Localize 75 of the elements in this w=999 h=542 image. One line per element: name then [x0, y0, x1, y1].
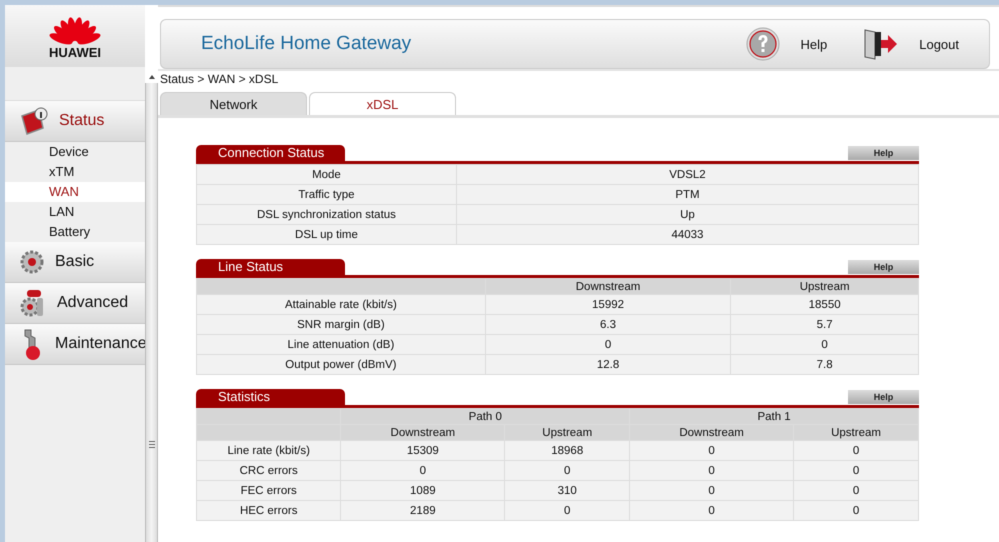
help-button[interactable]: Help — [848, 390, 919, 404]
table-cell: 7.8 — [730, 354, 918, 374]
menu-item[interactable]: Basic — [5, 242, 145, 283]
submenu-item[interactable]: Battery — [5, 222, 145, 242]
breadcrumb: Status > WAN > xDSL — [158, 69, 999, 87]
table-cell: 0 — [340, 460, 505, 480]
table-cell: Attainable rate (kbit/s) — [196, 294, 486, 314]
info-card-icon — [19, 106, 49, 136]
table-cell: 0 — [794, 480, 918, 500]
help-icon[interactable] — [746, 27, 780, 61]
table-cell: 15309 — [340, 440, 505, 460]
tab[interactable]: xDSL — [309, 92, 456, 115]
table-cell: Line attenuation (dB) — [196, 334, 486, 354]
table-cell: HEC errors — [196, 500, 341, 520]
menu-item[interactable]: Advanced — [5, 283, 145, 324]
table-cell: 0 — [630, 500, 794, 520]
app-title: EchoLife Home Gateway — [201, 33, 412, 55]
logout-link[interactable]: Logout — [919, 36, 959, 52]
grip-icon[interactable] — [148, 441, 154, 448]
column-header: Downstream — [630, 424, 794, 440]
tab[interactable]: Network — [160, 92, 307, 115]
submenu-item[interactable]: LAN — [5, 202, 145, 222]
table-cell: Mode — [196, 164, 456, 184]
submenu-item[interactable]: Device — [5, 142, 145, 162]
help-button[interactable]: Help — [848, 146, 919, 160]
table-cell: CRC errors — [196, 460, 341, 480]
table-cell: 15992 — [485, 294, 731, 314]
table-cell: 0 — [630, 460, 794, 480]
table-cell: 0 — [794, 500, 918, 520]
table-cell: 18968 — [504, 440, 630, 460]
help-link[interactable]: Help — [800, 36, 828, 52]
table-cell: VDSL2 — [456, 164, 918, 184]
table-cell: Line rate (kbit/s) — [196, 440, 341, 460]
section-title: Statistics — [196, 389, 345, 405]
table-cell: 0 — [630, 440, 794, 460]
table-cell: DSL up time — [196, 224, 456, 244]
column-header: Downstream — [485, 278, 731, 294]
column-header: Upstream — [730, 278, 918, 294]
logout-door-icon[interactable] — [863, 28, 900, 60]
table-cell: 6.3 — [485, 314, 731, 334]
table-cell: 0 — [794, 460, 918, 480]
table-cell: Output power (dBmV) — [196, 354, 486, 374]
section-title: Line Status — [196, 259, 345, 275]
column-header: Upstream — [794, 424, 918, 440]
menu-item[interactable]: Maintenance — [5, 324, 145, 365]
table-cell: 0 — [730, 334, 918, 354]
table-cell: 1089 — [340, 480, 505, 500]
table-cell: FEC errors — [196, 480, 341, 500]
table-cell: 5.7 — [730, 314, 918, 334]
submenu-item[interactable]: xTM — [5, 162, 145, 182]
table-cell: 0 — [504, 460, 630, 480]
table-cell: PTM — [456, 184, 918, 204]
table-cell: 12.8 — [485, 354, 731, 374]
table-cell: 310 — [504, 480, 630, 500]
table-cell: 44033 — [456, 224, 918, 244]
menu-item[interactable]: Status — [5, 101, 145, 142]
column-header: Downstream — [340, 424, 505, 440]
gear-icon — [19, 249, 45, 275]
section-title: Connection Status — [196, 145, 345, 161]
column-group-header: Path 1 — [630, 408, 918, 424]
table-cell: 0 — [485, 334, 731, 354]
table-cell: DSL synchronization status — [196, 204, 456, 224]
table-cell: 18550 — [730, 294, 918, 314]
table-cell: 2189 — [340, 500, 505, 520]
table-cell: SNR margin (dB) — [196, 314, 486, 334]
table-cell: Traffic type — [196, 184, 456, 204]
table-cell: 0 — [630, 480, 794, 500]
table-cell: Up — [456, 204, 918, 224]
table-cell: 0 — [504, 500, 630, 520]
table-cell: 0 — [794, 440, 918, 460]
logo-text: HUAWEI — [49, 46, 101, 60]
submenu-item[interactable]: WAN — [5, 182, 145, 202]
help-button[interactable]: Help — [848, 260, 919, 274]
column-group-header: Path 0 — [340, 408, 630, 424]
column-header: Upstream — [504, 424, 630, 440]
